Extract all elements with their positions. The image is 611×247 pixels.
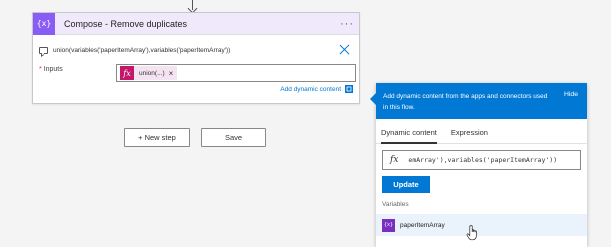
expression-input-value[interactable]: emArray'),variables('paperItemArray')) bbox=[408, 156, 557, 164]
dynamic-content-icon[interactable] bbox=[345, 85, 353, 93]
comment-icon bbox=[39, 46, 48, 54]
function-icon: fx bbox=[120, 66, 134, 80]
expression-token[interactable]: fx union(...) × bbox=[120, 66, 178, 80]
expression-tooltip-row: union(variables('paperItemArray'),variab… bbox=[33, 40, 359, 60]
compose-icon: {x} bbox=[33, 12, 55, 35]
variables-section-label: Variables bbox=[382, 201, 409, 208]
panel-tabs: Dynamic content Expression bbox=[376, 122, 587, 144]
update-button[interactable]: Update bbox=[382, 176, 430, 193]
action-title[interactable]: Compose - Remove duplicates bbox=[64, 19, 335, 29]
inputs-field[interactable]: fx union(...) × bbox=[116, 64, 356, 82]
add-dynamic-content-label[interactable]: Add dynamic content bbox=[280, 86, 341, 93]
dynamic-content-panel: Add dynamic content from the apps and co… bbox=[370, 83, 587, 247]
variable-item-paperitemarray[interactable]: {x} paperItemArray bbox=[376, 214, 587, 236]
required-marker: * bbox=[39, 66, 42, 73]
add-dynamic-content-link[interactable]: Add dynamic content bbox=[280, 85, 353, 93]
tab-dynamic-content[interactable]: Dynamic content bbox=[376, 122, 442, 144]
new-step-button[interactable]: + New step bbox=[124, 128, 190, 147]
flow-connector-arrow-icon bbox=[187, 0, 198, 14]
save-button[interactable]: Save bbox=[201, 128, 266, 147]
panel-header-text: Add dynamic content from the apps and co… bbox=[383, 93, 548, 111]
action-card-header[interactable]: {x} Compose - Remove duplicates ··· bbox=[33, 12, 359, 35]
compose-action-card: {x} Compose - Remove duplicates ··· unio… bbox=[32, 12, 360, 104]
remove-token-icon[interactable]: × bbox=[169, 69, 174, 78]
token-label: union(...) bbox=[139, 69, 165, 77]
inputs-field-row: * Inputs fx union(...) × bbox=[39, 64, 356, 82]
inputs-label-text: Inputs bbox=[43, 66, 63, 73]
tab-expression[interactable]: Expression bbox=[446, 122, 493, 143]
more-options-icon[interactable]: ··· bbox=[335, 18, 359, 30]
inputs-label: * Inputs bbox=[39, 66, 110, 73]
hand-cursor-icon bbox=[466, 225, 477, 241]
panel-header: Add dynamic content from the apps and co… bbox=[376, 83, 587, 119]
hide-panel-link[interactable]: Hide bbox=[564, 91, 578, 98]
function-icon: fx bbox=[390, 155, 399, 165]
variable-item-label[interactable]: paperItemArray bbox=[400, 222, 445, 229]
close-icon[interactable] bbox=[337, 42, 353, 58]
expression-preview-text: union(variables('paperItemArray'),variab… bbox=[53, 46, 231, 54]
variable-icon: {x} bbox=[382, 218, 395, 232]
expression-input[interactable]: fx emArray'),variables('paperItemArray')… bbox=[382, 150, 581, 170]
